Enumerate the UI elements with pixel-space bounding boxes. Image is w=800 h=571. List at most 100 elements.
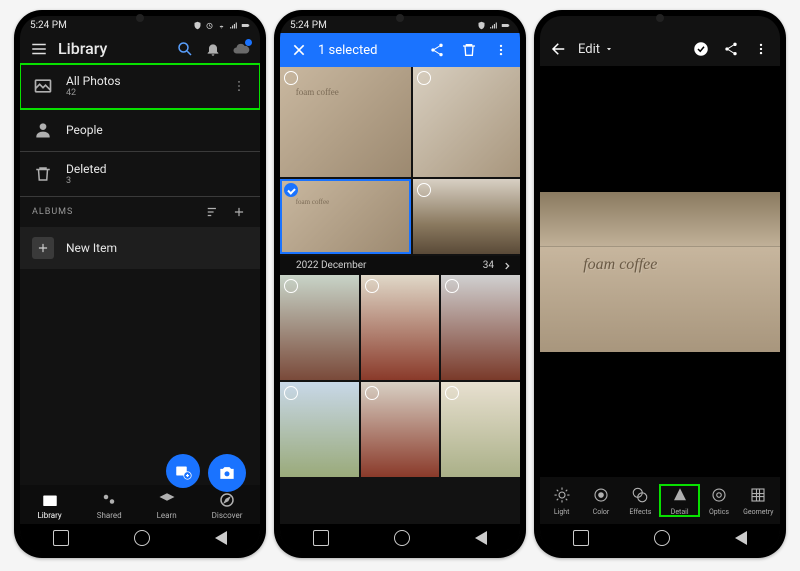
back-button[interactable] bbox=[215, 531, 227, 545]
approve-button[interactable] bbox=[692, 40, 710, 58]
phone-selection: 5:24 PM 1 selected bbox=[274, 10, 526, 558]
tool-label: Effects bbox=[629, 508, 651, 516]
select-ring-icon[interactable] bbox=[417, 71, 431, 85]
close-selection-button[interactable] bbox=[290, 41, 308, 59]
home-button[interactable] bbox=[134, 530, 150, 546]
edit-mode-dropdown[interactable]: Edit bbox=[578, 42, 682, 57]
selection-bar: 1 selected bbox=[280, 33, 520, 67]
tool-detail[interactable]: Detail bbox=[660, 485, 699, 516]
photo-thumb[interactable] bbox=[280, 275, 359, 380]
photos-icon bbox=[32, 75, 54, 97]
nav-library[interactable]: Library bbox=[38, 491, 62, 520]
select-ring-icon[interactable] bbox=[284, 279, 298, 293]
share-button[interactable] bbox=[428, 41, 446, 59]
delete-button[interactable] bbox=[460, 41, 478, 59]
select-ring-icon[interactable] bbox=[284, 71, 298, 85]
selection-count: 1 selected bbox=[318, 43, 418, 58]
optics-icon bbox=[709, 485, 729, 505]
search-button[interactable] bbox=[176, 40, 194, 58]
cloud-button[interactable] bbox=[232, 40, 250, 58]
row-new-item[interactable]: New Item bbox=[20, 227, 260, 269]
select-ring-icon[interactable] bbox=[365, 386, 379, 400]
photo-thumb[interactable] bbox=[441, 275, 520, 380]
recents-button[interactable] bbox=[573, 530, 589, 546]
back-button[interactable] bbox=[550, 40, 568, 58]
more-button[interactable] bbox=[752, 40, 770, 58]
nav-discover[interactable]: Discover bbox=[212, 491, 243, 520]
tool-label: Color bbox=[593, 508, 610, 516]
detail-icon bbox=[670, 485, 690, 505]
trash-icon bbox=[32, 163, 54, 185]
photo-thumb[interactable] bbox=[441, 382, 520, 477]
wifi-icon bbox=[217, 21, 226, 30]
light-icon bbox=[552, 485, 572, 505]
tool-label: Light bbox=[554, 508, 570, 516]
edit-image: foam coffee bbox=[540, 192, 780, 352]
share-button[interactable] bbox=[722, 40, 740, 58]
photo-text-icon: foam coffee bbox=[296, 198, 330, 206]
select-ring-icon[interactable] bbox=[284, 386, 298, 400]
row-label: People bbox=[66, 123, 103, 137]
nav-learn[interactable]: Learn bbox=[157, 491, 177, 520]
select-ring-icon[interactable] bbox=[445, 279, 459, 293]
plus-icon bbox=[32, 237, 54, 259]
signal-icon bbox=[229, 21, 238, 30]
camera-notch bbox=[396, 14, 404, 22]
row-count: 3 bbox=[66, 176, 107, 186]
home-button[interactable] bbox=[654, 530, 670, 546]
photo-thumb[interactable] bbox=[413, 179, 520, 254]
photo-thumb[interactable] bbox=[413, 67, 520, 177]
select-check-icon[interactable] bbox=[284, 183, 298, 197]
battery-icon bbox=[241, 21, 250, 30]
tool-light[interactable]: Light bbox=[542, 485, 581, 516]
photo-grid[interactable]: foam coffee foam coffee 2022 December bbox=[280, 67, 520, 524]
notifications-button[interactable] bbox=[204, 40, 222, 58]
chevron-right-icon bbox=[502, 261, 512, 271]
back-button[interactable] bbox=[475, 531, 487, 545]
tool-geometry[interactable]: Geometry bbox=[739, 485, 778, 516]
tool-optics[interactable]: Optics bbox=[699, 485, 738, 516]
camera-notch bbox=[136, 14, 144, 22]
more-button[interactable] bbox=[492, 41, 510, 59]
row-label: Deleted bbox=[66, 162, 107, 176]
recents-button[interactable] bbox=[313, 530, 329, 546]
chevron-down-icon bbox=[604, 44, 614, 54]
select-ring-icon[interactable] bbox=[445, 386, 459, 400]
camera-button[interactable] bbox=[208, 454, 246, 492]
add-album-button[interactable] bbox=[230, 203, 248, 221]
row-deleted[interactable]: Deleted 3 bbox=[20, 152, 260, 197]
tool-color[interactable]: Color bbox=[581, 485, 620, 516]
group-date: 2022 December bbox=[296, 260, 475, 271]
edit-canvas[interactable]: foam coffee bbox=[540, 66, 780, 477]
back-button[interactable] bbox=[735, 531, 747, 545]
tool-label: Optics bbox=[709, 508, 729, 516]
photo-thumb[interactable]: foam coffee bbox=[280, 67, 411, 177]
camera-notch bbox=[656, 14, 664, 22]
date-group-header[interactable]: 2022 December 34 bbox=[280, 256, 520, 275]
nav-label: Discover bbox=[212, 511, 243, 520]
battery-icon bbox=[501, 21, 510, 30]
tool-label: Detail bbox=[671, 508, 689, 516]
nav-label: Library bbox=[38, 511, 62, 520]
photo-thumb-selected[interactable]: foam coffee bbox=[280, 179, 411, 254]
home-button[interactable] bbox=[394, 530, 410, 546]
photo-thumb[interactable] bbox=[361, 382, 440, 477]
shield-icon bbox=[193, 21, 202, 30]
status-time: 5:24 PM bbox=[290, 20, 327, 31]
select-ring-icon[interactable] bbox=[365, 279, 379, 293]
people-icon bbox=[32, 119, 54, 141]
row-people[interactable]: People bbox=[20, 109, 260, 152]
menu-button[interactable] bbox=[30, 40, 48, 58]
photo-text-icon: foam coffee bbox=[296, 87, 339, 97]
import-button[interactable] bbox=[166, 454, 200, 488]
tool-effects[interactable]: Effects bbox=[621, 485, 660, 516]
photo-thumb[interactable] bbox=[280, 382, 359, 477]
row-all-photos[interactable]: All Photos 42 bbox=[20, 64, 260, 109]
nav-shared[interactable]: Shared bbox=[97, 491, 122, 520]
android-nav-bar bbox=[540, 524, 780, 552]
recents-button[interactable] bbox=[53, 530, 69, 546]
sort-button[interactable] bbox=[204, 203, 222, 221]
select-ring-icon[interactable] bbox=[417, 183, 431, 197]
row-more-button[interactable] bbox=[230, 77, 248, 95]
photo-thumb[interactable] bbox=[361, 275, 440, 380]
